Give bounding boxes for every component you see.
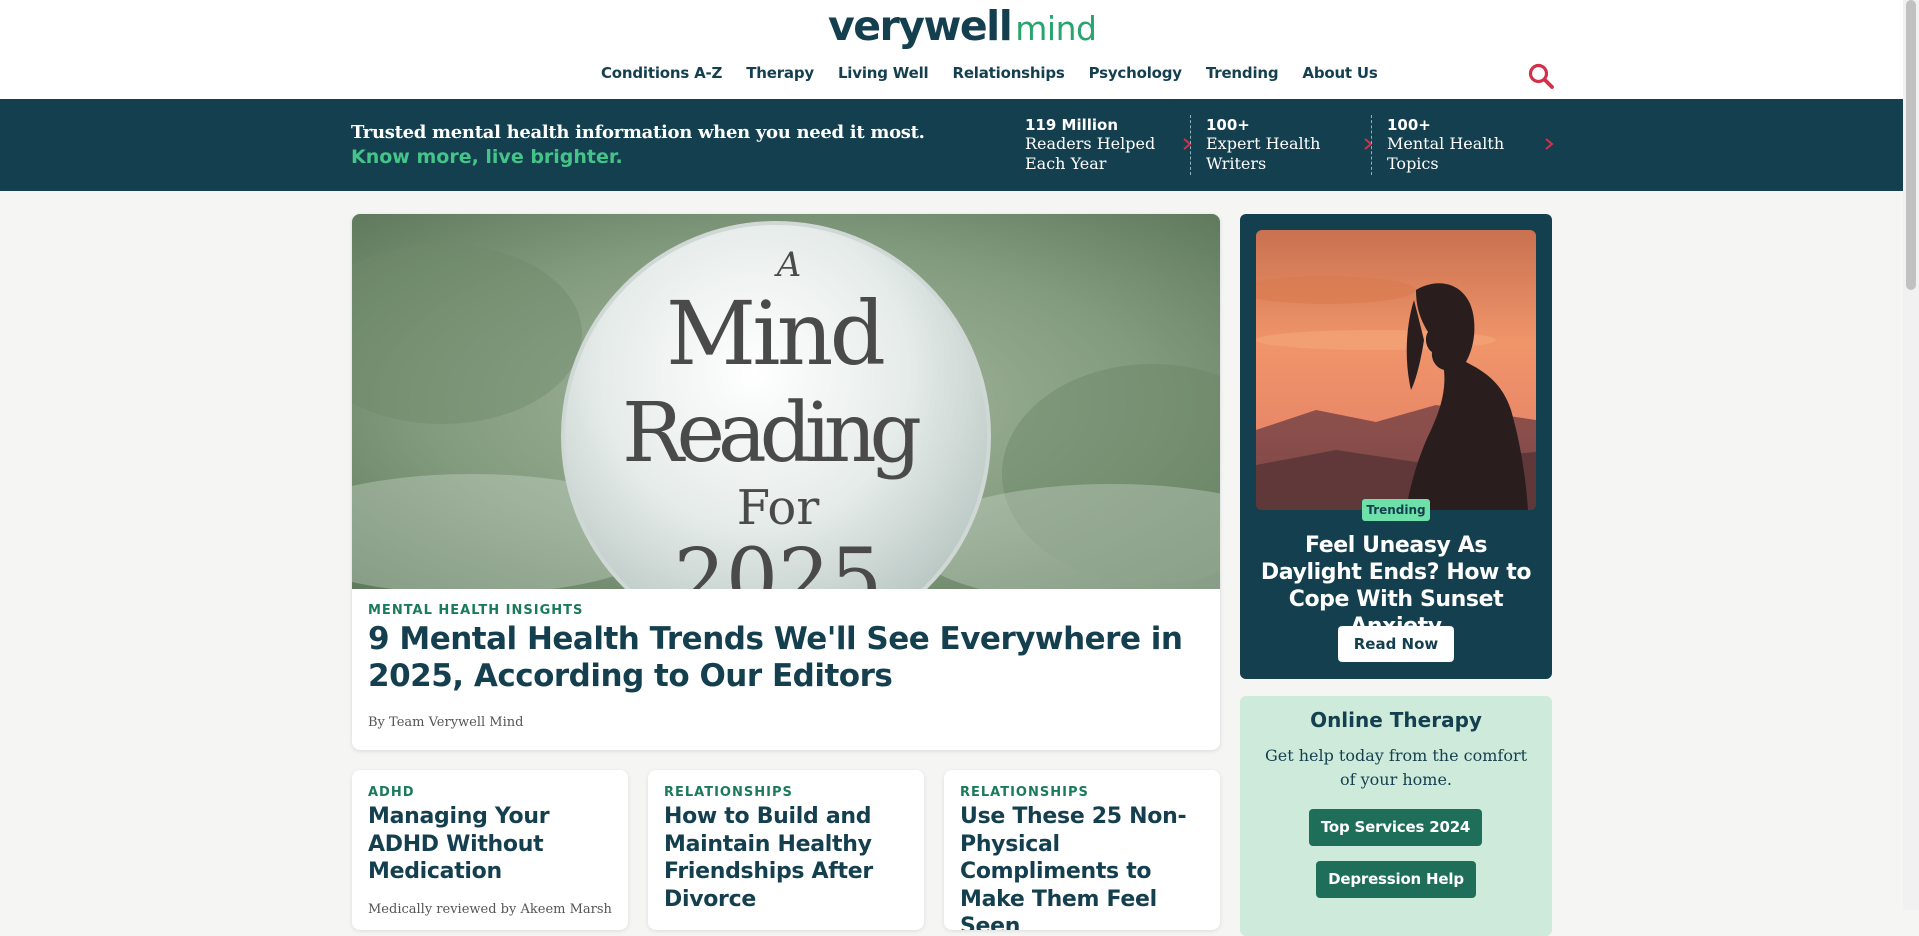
svg-text:For: For [737,480,820,536]
page-scrollbar[interactable] [1903,0,1919,910]
stat-label: Each Year [1025,154,1107,173]
site-header: verywell mind Conditions A-Z Therapy Liv… [0,0,1903,99]
stat-label: Writers [1206,154,1267,173]
article-byline: By Team Verywell Mind [368,715,524,730]
stat-number: 100+ [1206,116,1250,134]
nav-about-us[interactable]: About Us [1302,64,1377,82]
logo-wordmark-mind: mind [1015,9,1097,48]
logo-wordmark: verywell [828,2,1013,50]
trending-card: Trending Feel Uneasy As Daylight Ends? H… [1240,214,1552,679]
stat-divider [1371,115,1372,175]
search-icon [1528,63,1554,89]
nav-therapy[interactable]: Therapy [746,64,814,82]
chevron-right-icon [1183,138,1192,150]
featured-article-image: A Mind Reading For 2025 [352,214,1220,589]
main-nav: Conditions A-Z Therapy Living Well Relat… [601,64,1402,82]
stat-label: Expert Health [1206,134,1321,153]
chevron-right-icon [1545,138,1554,150]
stat-label: Readers Helped [1025,134,1156,153]
site-logo[interactable]: verywell mind [828,2,1097,54]
article-card[interactable]: ADHD Managing Your ADHD Without Medicati… [352,770,628,930]
svg-text:2025: 2025 [674,532,883,589]
stat-number: 119 Million [1025,116,1119,134]
nav-trending[interactable]: Trending [1206,64,1279,82]
therapy-title: Online Therapy [1310,708,1482,732]
stat-label: Topics [1387,154,1439,173]
stat-label: Mental Health [1387,134,1505,153]
nav-relationships[interactable]: Relationships [952,64,1064,82]
svg-text:A: A [774,245,802,285]
depression-help-button[interactable]: Depression Help [1316,861,1476,898]
sunset-photo [1256,230,1536,510]
stat-writers[interactable]: 100+ Expert Health Writers [1206,116,1373,176]
read-now-button[interactable]: Read Now [1338,626,1454,662]
trending-badge: Trending [1362,499,1430,521]
article-category[interactable]: ADHD [368,785,415,800]
trending-title[interactable]: Feel Uneasy As Daylight Ends? How to Cop… [1252,532,1540,640]
search-button[interactable] [1527,62,1555,90]
online-therapy-card: Online Therapy Get help today from the c… [1240,696,1552,936]
nav-conditions[interactable]: Conditions A-Z [601,64,722,82]
stat-readers[interactable]: 119 Million Readers Helped Each Year [1025,116,1192,176]
stat-topics[interactable]: 100+ Mental Health Topics [1387,116,1554,176]
therapy-description: Get help today from the comfort of your … [1264,746,1528,789]
stat-number: 100+ [1387,116,1431,134]
nav-living-well[interactable]: Living Well [838,64,929,82]
svg-text:Mind: Mind [666,282,886,385]
article-category[interactable]: Relationships [960,785,1089,800]
article-category[interactable]: Relationships [664,785,793,800]
article-category[interactable]: Mental Health Insights [368,603,583,618]
article-title[interactable]: Managing Your ADHD Without Medication [368,803,620,886]
article-title[interactable]: How to Build and Maintain Healthy Friend… [664,803,916,913]
nav-psychology[interactable]: Psychology [1089,64,1182,82]
chevron-right-icon [1364,138,1373,150]
trust-tagline: Trusted mental health information when y… [351,122,925,143]
article-card[interactable]: Relationships Use These 25 Non-Physical … [944,770,1220,930]
featured-article-card[interactable]: A Mind Reading For 2025 Mental Health In… [352,214,1220,750]
trending-image[interactable] [1256,230,1536,510]
svg-text:Reading: Reading [622,386,922,481]
top-services-button[interactable]: Top Services 2024 [1309,809,1482,846]
article-title[interactable]: Use These 25 Non-Physical Compliments to… [960,803,1212,930]
trust-slogan: Know more, live brighter. [351,146,623,168]
trust-banner: Trusted mental health information when y… [0,99,1903,191]
scrollbar-thumb[interactable] [1906,0,1916,290]
stat-divider [1190,115,1191,175]
article-card[interactable]: Relationships How to Build and Maintain … [648,770,924,930]
article-title[interactable]: 9 Mental Health Trends We'll See Everywh… [368,621,1208,695]
